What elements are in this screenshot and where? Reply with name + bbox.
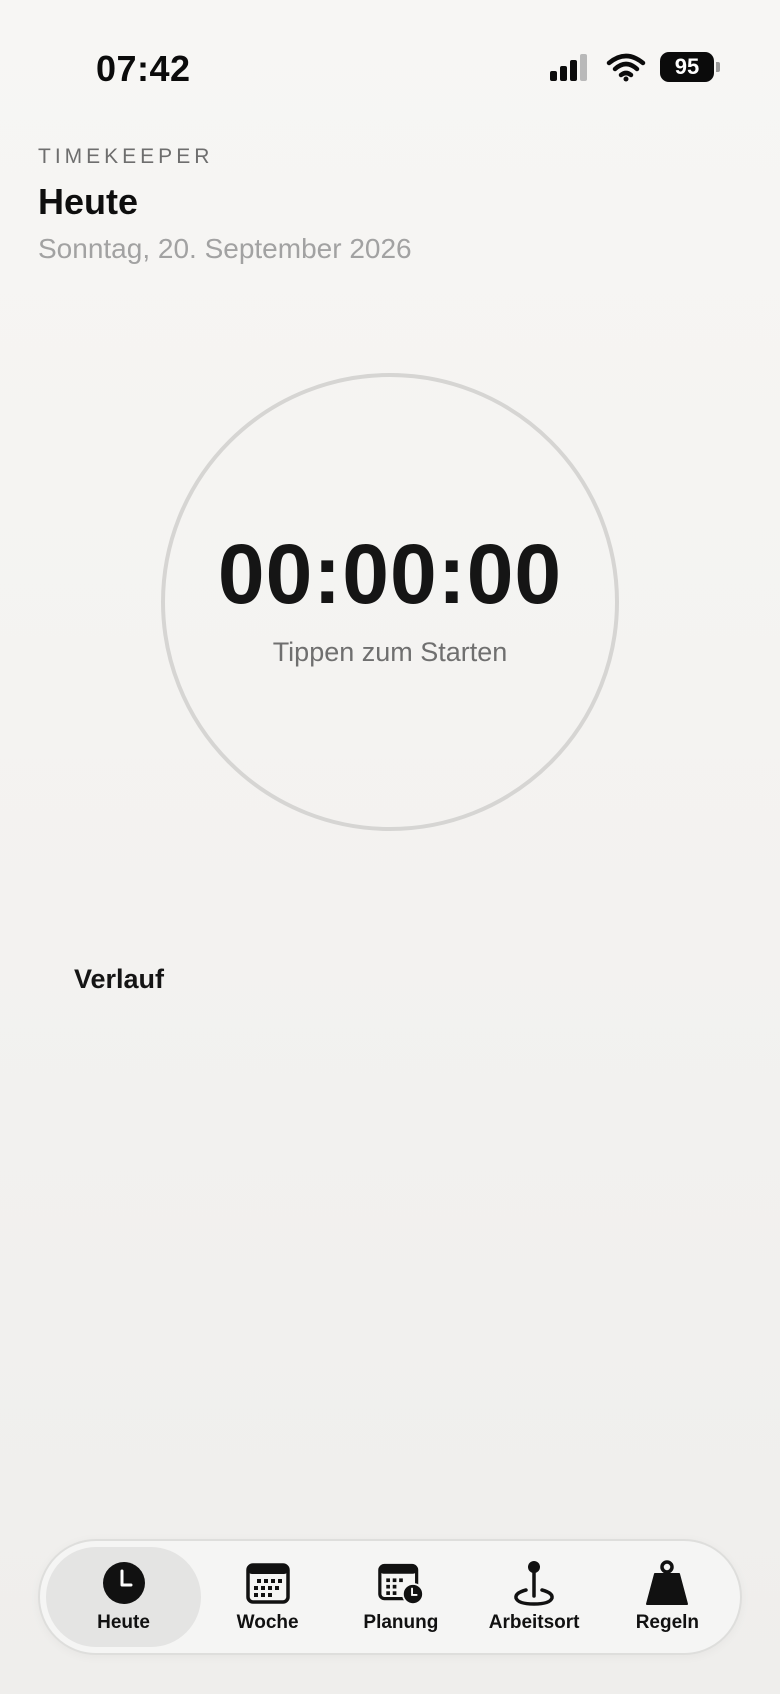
app-name: TIMEKEEPER (38, 145, 214, 168)
tab-planung[interactable]: Planung (334, 1547, 467, 1647)
status-time: 07:42 (96, 48, 191, 89)
cellular-signal-icon (550, 54, 587, 81)
status-icons: 95 (548, 52, 720, 82)
tab-label: Planung (363, 1612, 439, 1633)
tab-heute[interactable]: Heute (46, 1547, 201, 1647)
calendar-clock-icon (378, 1560, 424, 1606)
tab-label: Arbeitsort (488, 1612, 580, 1633)
timer-hint: Tippen zum Starten (272, 637, 508, 667)
calendar-icon (245, 1560, 291, 1606)
weight-icon (644, 1560, 690, 1606)
tab-label: Regeln (635, 1612, 700, 1633)
tab-regeln[interactable]: Regeln (601, 1547, 734, 1647)
status-bar: 07:42 95 (0, 0, 780, 140)
wifi-icon (606, 53, 646, 82)
page-title: Heute (38, 181, 139, 222)
timer-display: 00:00:00 (217, 527, 563, 621)
tab-woche[interactable]: Woche (201, 1547, 334, 1647)
timer-start-button[interactable]: 00:00:00 Tippen zum Starten (161, 373, 619, 831)
tab-label: Woche (236, 1612, 299, 1633)
clock-icon (101, 1560, 147, 1606)
tab-bar: Heute Woche Planung Arbeitsort Regeln (38, 1539, 742, 1655)
page-date: Sonntag, 20. September 2026 (38, 233, 412, 264)
tab-label: Heute (97, 1612, 150, 1633)
page-header: TIMEKEEPER Heute Sonntag, 20. September … (38, 145, 412, 265)
map-pin-icon (511, 1560, 557, 1606)
tab-arbeitsort[interactable]: Arbeitsort (468, 1547, 601, 1647)
battery-indicator: 95 (660, 52, 720, 82)
battery-cap (716, 62, 720, 72)
history-heading: Verlauf (74, 964, 165, 994)
battery-level: 95 (660, 52, 714, 82)
